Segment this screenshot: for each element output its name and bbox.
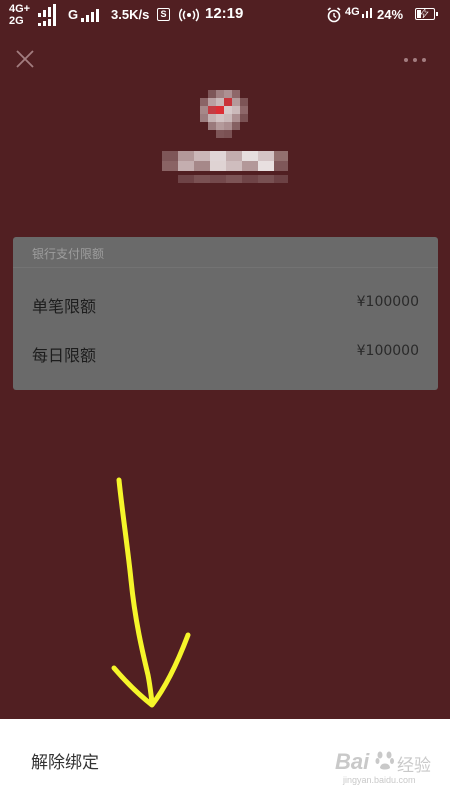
network-type-top: 4G+: [9, 3, 31, 15]
network-type-bottom: 2G: [9, 15, 24, 27]
baidu-jingyan-watermark: Bai 经验 jingyan.baidu.com: [335, 747, 445, 787]
signal-icon: [38, 4, 56, 17]
network-type-g: G: [68, 7, 79, 22]
watermark-brand-cn: 经验: [397, 756, 431, 776]
close-icon[interactable]: [14, 48, 36, 70]
clock-time: 12:19: [205, 5, 244, 22]
alarm-icon: [327, 7, 341, 23]
battery-percent: 24%: [377, 7, 404, 22]
bank-name-redacted: [162, 145, 290, 191]
limit-row-daily: 每日限额 ¥100000: [32, 342, 419, 366]
limit-card-divider: [13, 267, 438, 268]
signal-icon-g: [81, 9, 99, 22]
limit-label-daily: 每日限额: [32, 346, 97, 365]
limit-label-single: 单笔限额: [32, 297, 97, 316]
annotation-arrow-icon: [111, 477, 191, 708]
baidu-paw-icon: [375, 751, 394, 770]
limit-value-daily: ¥100000: [356, 343, 419, 359]
sim-badge: S: [157, 8, 170, 21]
charging-icon: [420, 9, 429, 18]
status-bar: 4G+ 2G G 3.5K/s S 12:19 4G 24%: [0, 0, 450, 30]
limit-card-title: 银行支付限额: [32, 247, 105, 261]
network-type-right: 4G: [345, 6, 360, 18]
unbind-card-label: 解除绑定: [31, 753, 99, 773]
limit-value-single: ¥100000: [356, 294, 419, 310]
hotspot-icon: [179, 8, 199, 22]
watermark-brand: Bai: [335, 749, 370, 774]
network-speed: 3.5K/s: [111, 7, 150, 22]
watermark-url: jingyan.baidu.com: [343, 775, 416, 785]
signal-icon-right: [362, 8, 372, 18]
limit-row-single: 单笔限额 ¥100000: [32, 293, 419, 317]
signal-icon-secondary: [38, 17, 56, 26]
battery-icon: [415, 8, 438, 20]
bank-logo-pixelated: [200, 90, 252, 142]
bank-limit-card: 银行支付限额 单笔限额 ¥100000 每日限额 ¥100000: [13, 237, 438, 390]
more-options-icon[interactable]: [403, 57, 427, 63]
